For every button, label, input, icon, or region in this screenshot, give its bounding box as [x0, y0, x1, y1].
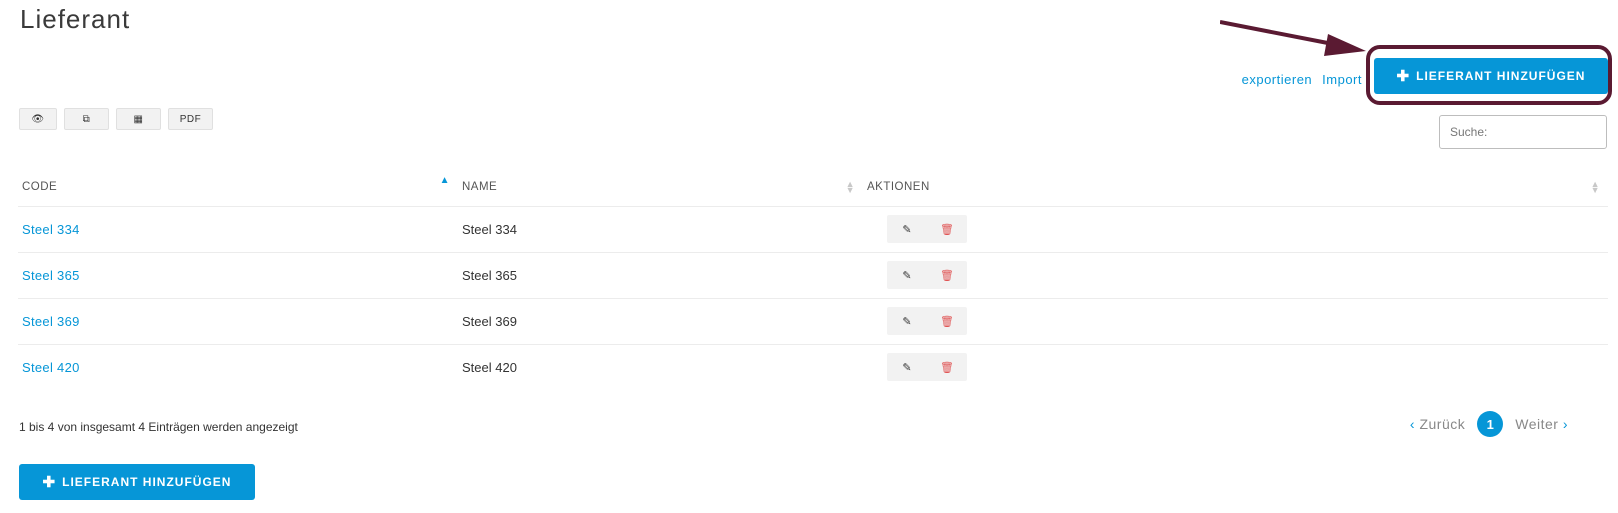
- edit-icon[interactable]: ✎: [887, 353, 927, 381]
- edit-icon[interactable]: ✎: [887, 261, 927, 289]
- next-page-link[interactable]: Weiter ›: [1515, 416, 1568, 432]
- table-row: Steel 334 Steel 334 ✎ 🗑: [18, 206, 1608, 253]
- sort-asc-icon: ▲: [439, 175, 450, 186]
- excel-button[interactable]: ▦: [116, 108, 161, 130]
- table-icon: ▦: [133, 113, 144, 125]
- header-actions[interactable]: AKTIONEN ▲ ▼: [863, 168, 1608, 207]
- import-link[interactable]: Import: [1322, 72, 1362, 87]
- row-actions: ✎ 🗑: [887, 261, 967, 289]
- code-link[interactable]: Steel 420: [22, 360, 80, 375]
- edit-icon[interactable]: ✎: [887, 307, 927, 335]
- export-link[interactable]: exportieren: [1242, 72, 1313, 87]
- copy-button[interactable]: ⧉: [64, 108, 109, 130]
- copy-icon: ⧉: [82, 113, 91, 125]
- table-row: Steel 365 Steel 365 ✎ 🗑: [18, 252, 1608, 299]
- code-link[interactable]: Steel 365: [22, 268, 80, 283]
- trash-icon[interactable]: 🗑: [927, 353, 967, 381]
- page-title: Lieferant: [20, 4, 131, 34]
- table-header-row: CODE ▲ NAME ▲ ▼ AKTIONEN ▲ ▼: [18, 168, 1608, 207]
- row-actions: ✎ 🗑: [887, 215, 967, 243]
- header-code[interactable]: CODE ▲: [18, 168, 458, 207]
- previous-page-link[interactable]: ‹ Zurück: [1410, 416, 1465, 432]
- plus-icon: ✚: [42, 473, 57, 491]
- row-actions: ✎ 🗑: [887, 307, 967, 335]
- sort-icon: ▲ ▼: [1590, 179, 1600, 195]
- add-supplier-label: LIEFERANT HINZUFÜGEN: [1416, 69, 1586, 83]
- trash-icon[interactable]: 🗑: [927, 261, 967, 289]
- trash-icon[interactable]: 🗑: [927, 307, 967, 335]
- name-cell: Steel 365: [458, 252, 863, 299]
- name-cell: Steel 369: [458, 298, 863, 345]
- trash-icon[interactable]: 🗑: [927, 215, 967, 243]
- chevron-left-icon: ‹: [1409, 416, 1416, 432]
- code-link[interactable]: Steel 369: [22, 314, 80, 329]
- code-link[interactable]: Steel 334: [22, 222, 80, 237]
- chevron-right-icon: ›: [1562, 416, 1568, 432]
- search-input[interactable]: [1439, 115, 1607, 149]
- pagination: ‹ Zurück 1 Weiter ›: [1410, 411, 1568, 437]
- header-name[interactable]: NAME ▲ ▼: [458, 168, 863, 207]
- pdf-button[interactable]: PDF: [168, 108, 213, 130]
- page-number-current[interactable]: 1: [1477, 411, 1504, 437]
- header-links: exportieren Import: [1242, 72, 1362, 87]
- name-cell: Steel 334: [458, 206, 863, 253]
- table-info: 1 bis 4 von insgesamt 4 Einträgen werden…: [19, 420, 298, 434]
- sort-icon: ▲ ▼: [845, 179, 855, 195]
- column-visibility-button[interactable]: 👁: [19, 108, 57, 130]
- eye-icon: 👁: [31, 113, 45, 125]
- annotation-arrow: [1220, 20, 1366, 56]
- table-row: Steel 420 Steel 420 ✎ 🗑: [18, 344, 1608, 390]
- add-supplier-button-bottom[interactable]: ✚ LIEFERANT HINZUFÜGEN: [19, 464, 255, 500]
- plus-icon: ✚: [1396, 67, 1411, 85]
- add-supplier-button-top[interactable]: ✚ LIEFERANT HINZUFÜGEN: [1374, 58, 1608, 94]
- name-cell: Steel 420: [462, 359, 517, 375]
- row-actions: ✎ 🗑: [887, 353, 967, 382]
- supplier-table: CODE ▲ NAME ▲ ▼ AKTIONEN ▲ ▼ Steel 334 Ste…: [18, 168, 1608, 390]
- add-supplier-label: LIEFERANT HINZUFÜGEN: [62, 475, 232, 489]
- table-row: Steel 369 Steel 369 ✎ 🗑: [18, 298, 1608, 345]
- table-toolbar: 👁 ⧉ ▦ PDF: [19, 108, 213, 130]
- edit-icon[interactable]: ✎: [887, 215, 927, 243]
